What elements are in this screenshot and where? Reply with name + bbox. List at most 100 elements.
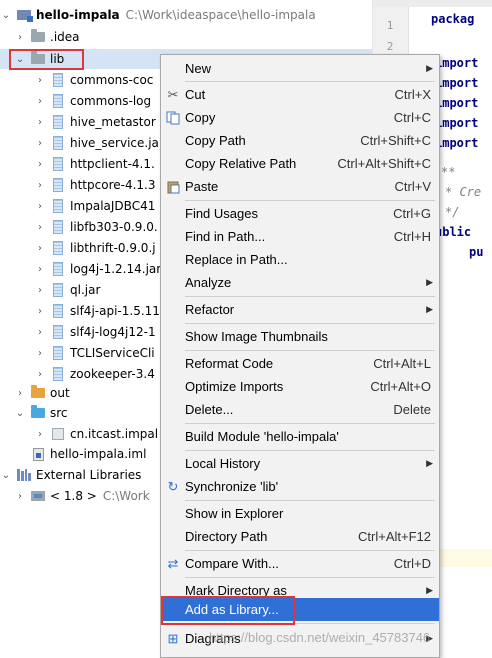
menu-separator: [185, 296, 435, 297]
menu-label: Show Image Thumbnails: [185, 329, 328, 344]
chevron-down-icon[interactable]: ⌄: [0, 470, 12, 481]
jdk-icon: [30, 489, 46, 503]
chevron-right-icon[interactable]: ›: [34, 243, 46, 254]
menu-item-copy-path[interactable]: Copy Path Ctrl+Shift+C: [161, 129, 439, 152]
tree-item-label: cn.itcast.impal: [70, 427, 159, 441]
folder-icon: [30, 29, 46, 44]
menu-item-replace-in-path[interactable]: Replace in Path...: [161, 248, 439, 271]
chevron-right-icon[interactable]: ›: [34, 117, 46, 128]
code-line: import: [435, 116, 479, 130]
menu-item-paste[interactable]: Paste Ctrl+V: [161, 175, 439, 198]
jar-icon: [50, 241, 66, 255]
menu-label: Synchronize 'lib': [185, 479, 279, 494]
compare-icon: ⇄: [167, 555, 179, 571]
menu-item-find-usages[interactable]: Find Usages Ctrl+G: [161, 202, 439, 225]
tree-item-label: commons-coc: [70, 73, 154, 87]
menu-item-copy[interactable]: Copy Ctrl+C: [161, 106, 439, 129]
menu-item-compare-with[interactable]: ⇄ Compare With... Ctrl+D: [161, 552, 439, 575]
menu-item-new[interactable]: New ▶: [161, 57, 439, 80]
menu-shortcut: Ctrl+Alt+O: [370, 379, 431, 394]
chevron-right-icon[interactable]: ›: [34, 222, 46, 233]
jar-icon: [50, 346, 66, 360]
code-line: import: [435, 136, 479, 150]
jar-icon: [50, 304, 66, 318]
menu-label: Copy Path: [185, 133, 246, 148]
tree-item-label: libfb303-0.9.0.: [70, 220, 158, 234]
menu-shortcut: Ctrl+V: [394, 179, 431, 194]
menu-shortcut: Ctrl+H: [393, 229, 431, 244]
tree-item-label: hive_service.ja: [70, 136, 159, 150]
menu-label: Paste: [185, 179, 219, 194]
menu-item-reformat-code[interactable]: Reformat Code Ctrl+Alt+L: [161, 352, 439, 375]
chevron-right-icon[interactable]: ›: [34, 348, 46, 359]
menu-item-copy-relative-path[interactable]: Copy Relative Path Ctrl+Alt+Shift+C: [161, 152, 439, 175]
menu-item-build-module[interactable]: Build Module 'hello-impala': [161, 425, 439, 448]
jar-icon: [50, 157, 66, 171]
tree-item-label: zookeeper-3.4: [70, 367, 155, 381]
menu-shortcut: Ctrl+X: [394, 87, 431, 102]
menu-item-find-in-path[interactable]: Find in Path... Ctrl+H: [161, 225, 439, 248]
menu-separator: [185, 550, 435, 551]
menu-item-directory-path[interactable]: Directory Path Ctrl+Alt+F12: [161, 525, 439, 548]
menu-shortcut: Ctrl+D: [393, 556, 431, 571]
code-line: import: [435, 56, 479, 70]
chevron-down-icon[interactable]: ⌄: [14, 408, 26, 419]
menu-item-show-image-thumbnails[interactable]: Show Image Thumbnails: [161, 325, 439, 348]
chevron-right-icon[interactable]: ›: [34, 327, 46, 338]
menu-item-show-in-explorer[interactable]: Show in Explorer: [161, 502, 439, 525]
chevron-right-icon[interactable]: ›: [34, 138, 46, 149]
menu-label: Build Module 'hello-impala': [185, 429, 339, 444]
tree-item-label: hello-impala.iml: [50, 447, 147, 461]
submenu-arrow-icon: ▶: [426, 585, 433, 595]
tree-row-idea[interactable]: › .idea: [14, 27, 372, 47]
chevron-right-icon[interactable]: ›: [34, 180, 46, 191]
jar-icon: [50, 136, 66, 150]
line-number: 2: [386, 40, 394, 53]
tree-item-label: TCLIServiceCli: [70, 346, 155, 360]
chevron-right-icon[interactable]: ›: [34, 285, 46, 296]
chevron-right-icon[interactable]: ›: [34, 306, 46, 317]
submenu-arrow-icon: ▶: [426, 458, 433, 468]
menu-separator: [185, 200, 435, 201]
iml-file-icon: [30, 447, 46, 461]
tree-item-label: slf4j-log4j12-1: [70, 325, 156, 339]
chevron-right-icon[interactable]: ›: [34, 159, 46, 170]
editor-tab-bar: [373, 0, 492, 7]
submenu-arrow-icon: ▶: [426, 304, 433, 314]
tree-item-label: src: [50, 406, 68, 420]
chevron-down-icon[interactable]: ⌄: [0, 10, 12, 21]
chevron-right-icon[interactable]: ›: [14, 32, 26, 43]
menu-item-synchronize[interactable]: ↻ Synchronize 'lib': [161, 475, 439, 498]
chevron-right-icon[interactable]: ›: [34, 429, 46, 440]
menu-item-analyze[interactable]: Analyze ▶: [161, 271, 439, 294]
chevron-right-icon[interactable]: ›: [14, 491, 26, 502]
menu-label: Show in Explorer: [185, 506, 284, 521]
jar-icon: [50, 262, 66, 276]
chevron-right-icon[interactable]: ›: [34, 264, 46, 275]
code-line: **: [441, 165, 456, 179]
module-icon: [16, 8, 33, 22]
chevron-right-icon[interactable]: ›: [34, 96, 46, 107]
jar-icon: [50, 220, 66, 234]
chevron-right-icon[interactable]: ›: [34, 75, 46, 86]
jdk-path: C:\Work: [102, 489, 150, 503]
menu-item-delete[interactable]: Delete... Delete: [161, 398, 439, 421]
jar-icon: [50, 199, 66, 213]
menu-separator: [185, 423, 435, 424]
chevron-right-icon[interactable]: ›: [34, 201, 46, 212]
tree-row-root[interactable]: ⌄ hello-impala C:\Work\ideaspace\hello-i…: [0, 5, 372, 25]
menu-label: New: [185, 61, 212, 76]
chevron-right-icon[interactable]: ›: [14, 388, 26, 399]
menu-separator: [185, 81, 435, 82]
menu-shortcut: Ctrl+Shift+C: [360, 133, 431, 148]
menu-item-refactor[interactable]: Refactor ▶: [161, 298, 439, 321]
menu-item-optimize-imports[interactable]: Optimize Imports Ctrl+Alt+O: [161, 375, 439, 398]
tree-item-label: commons-log: [70, 94, 152, 108]
menu-shortcut: Ctrl+G: [393, 206, 431, 221]
menu-item-cut[interactable]: ✂ Cut Ctrl+X: [161, 83, 439, 106]
tree-item-label: ImpalaJDBC41: [70, 199, 156, 213]
menu-label: Compare With...: [185, 556, 279, 571]
menu-shortcut: Ctrl+C: [393, 110, 431, 125]
chevron-right-icon[interactable]: ›: [34, 369, 46, 380]
menu-item-local-history[interactable]: Local History ▶: [161, 452, 439, 475]
